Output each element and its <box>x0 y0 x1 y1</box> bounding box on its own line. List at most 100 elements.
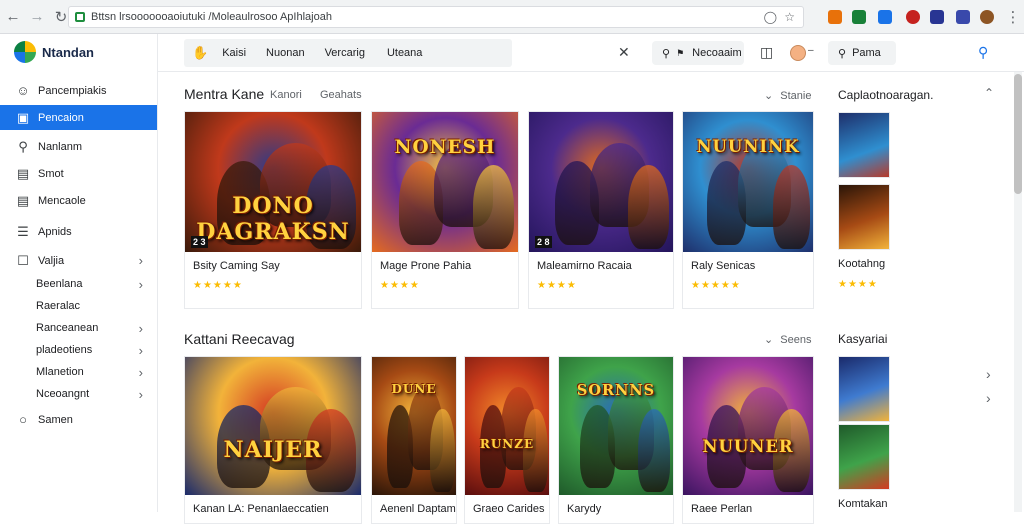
chevron-up-icon[interactable]: ⌃ <box>984 86 994 100</box>
sidebar-item-label: Pencaion <box>38 111 84 124</box>
sidebar-subitem-3[interactable]: pladeotiens › <box>0 339 157 361</box>
thumbnail-name: Kootahng <box>838 258 886 270</box>
game-card[interactable]: RUNZE Graeo Carides <box>464 356 550 524</box>
sidebar-subitem-0[interactable]: Beenlana › <box>0 273 157 295</box>
search-pill[interactable]: ⚲ Pama <box>828 41 896 65</box>
game-title[interactable]: Raly Senicas <box>691 260 755 272</box>
address-bar[interactable]: Bttsn lrsooooooaoiutuki /Moleaulrosoo Ap… <box>68 6 804 28</box>
extension-icon-red[interactable] <box>906 10 920 24</box>
sidebar-item-label: Pancempiakis <box>38 84 107 97</box>
extension-icon-blue[interactable] <box>878 10 892 24</box>
game-logo-text: NONESH <box>394 137 496 159</box>
game-logo-text: DONO DAGRAKSN <box>196 193 350 246</box>
chevron-right-icon[interactable]: › <box>986 390 991 406</box>
tab-3[interactable]: Uteana <box>387 47 422 59</box>
extension-icon-navy[interactable] <box>930 10 944 24</box>
brand[interactable]: Ntandan <box>0 34 157 70</box>
section-tab-0[interactable]: Kanori <box>270 89 302 101</box>
thumbnail[interactable] <box>838 424 890 490</box>
sidebar-subitem-label: Nceoangnt <box>36 388 90 400</box>
game-logo-text: NAIJER <box>223 437 323 464</box>
sidebar-item-0[interactable]: ☺ Pancempiakis <box>0 78 157 103</box>
menu-dots-icon[interactable]: ⋮ <box>1002 6 1024 28</box>
back-arrow-icon[interactable]: ← <box>2 6 24 28</box>
chevron-right-icon[interactable]: › <box>986 366 991 382</box>
sidebar-subitem-1[interactable]: Raeralac <box>0 295 157 317</box>
game-title[interactable]: Graeo Carides <box>473 503 545 515</box>
extension-icon-orange[interactable] <box>828 10 842 24</box>
sidebar-subitem-label: Beenlana <box>36 278 83 290</box>
game-title[interactable]: Kanan LA: Penanlaeccatien <box>193 503 329 515</box>
bookmark-star-icon[interactable]: ☆ <box>784 10 795 24</box>
game-card[interactable]: NUUNINK Raly Senicas ★★★★★ <box>682 111 814 309</box>
sidebar-item-5[interactable]: ☰ Apnids <box>0 219 157 244</box>
sidebar-item-footer[interactable]: ○ Samen <box>0 407 157 432</box>
sidebar-item-3[interactable]: ▤ Smot <box>0 161 157 186</box>
user-avatar[interactable] <box>790 45 806 61</box>
shield-icon[interactable]: ◯ <box>764 10 777 24</box>
sidebar-item-1[interactable]: ▣ Pencaion <box>0 105 157 130</box>
game-title[interactable]: Aenenl Daptam <box>380 503 456 515</box>
extension-icon-indigo[interactable] <box>956 10 970 24</box>
game-card[interactable]: DUNE Aenenl Daptam <box>371 356 457 524</box>
search-icon[interactable]: ⚲ <box>978 44 988 61</box>
brand-logo-icon <box>14 41 36 63</box>
square-icon: ☐ <box>17 252 29 268</box>
hand-icon[interactable]: ✋ <box>192 45 208 61</box>
character-figure <box>637 409 671 493</box>
game-cover-art: SORNNS <box>559 357 673 495</box>
game-cover-art: NAIJER <box>185 357 361 495</box>
chevron-right-icon: › <box>138 342 143 358</box>
thumbnail[interactable] <box>838 184 890 250</box>
chevron-right-icon: › <box>138 386 143 402</box>
tab-0[interactable]: Kaisi <box>222 47 246 59</box>
game-card[interactable]: DONO DAGRAKSN 2 3 Bsity Caming Say ★★★★★ <box>184 111 362 309</box>
forward-arrow-icon[interactable]: → <box>26 6 48 28</box>
profile-avatar[interactable] <box>980 10 994 24</box>
sidebar-subitem-4[interactable]: Mlanetion › <box>0 361 157 383</box>
sidebar-item-4[interactable]: ▤ Mencaole <box>0 188 157 213</box>
chevron-right-icon: › <box>138 320 143 336</box>
bag-icon[interactable]: ◫ <box>760 44 773 61</box>
page-scrollbar[interactable] <box>1014 72 1022 512</box>
character-figure <box>628 165 670 250</box>
thumbnail[interactable] <box>838 356 890 422</box>
notifications-pill[interactable]: ⚲ ⚑ Necoaaim <box>652 41 744 65</box>
brand-name: Ntandan <box>42 44 94 60</box>
game-card[interactable]: NAIJER Kanan LA: Penanlaeccatien <box>184 356 362 524</box>
game-card[interactable]: 2 8 Maleamirno Racaia ★★★★ <box>528 111 674 309</box>
game-card[interactable]: SORNNS Karydy <box>558 356 674 524</box>
shuffle-icon[interactable]: ✕ <box>618 44 630 61</box>
game-title[interactable]: Raee Perlan <box>691 503 752 515</box>
document-icon: ▤ <box>16 192 30 208</box>
tab-2[interactable]: Vercarig <box>325 47 365 59</box>
game-title[interactable]: Maleamirno Racaia <box>537 260 632 272</box>
game-title[interactable]: Karydy <box>567 503 601 515</box>
game-cover-art: NUUNER <box>683 357 813 495</box>
game-title[interactable]: Mage Prone Pahia <box>380 260 471 272</box>
section-tab-1[interactable]: Geahats <box>320 89 362 101</box>
scrollbar-thumb[interactable] <box>1014 74 1022 194</box>
thumbnail[interactable] <box>838 112 890 178</box>
sidebar-item-2[interactable]: ⚲ Nanlanm <box>0 134 157 159</box>
character-figure <box>430 409 455 493</box>
game-card[interactable]: NUUNER Raee Perlan <box>682 356 814 524</box>
rating-stars: ★★★★★ <box>193 280 243 291</box>
sidebar-subitem-5[interactable]: Nceoangnt › <box>0 383 157 405</box>
sidebar-subitem-2[interactable]: Ranceanean › <box>0 317 157 339</box>
game-title[interactable]: Bsity Caming Say <box>193 260 280 272</box>
tab-1[interactable]: Nuonan <box>266 47 305 59</box>
sidebar-subitem-label: pladeotiens <box>36 344 93 356</box>
section-more-link[interactable]: ⌄ Seens <box>764 333 811 346</box>
section-more-label: Seens <box>780 334 812 346</box>
character-figure <box>772 165 810 250</box>
right-panel-title: Caplaotnoaragan. <box>838 88 934 102</box>
section-more-link[interactable]: ⌄ Stanie <box>764 89 811 102</box>
game-card[interactable]: NONESH Mage Prone Pahia ★★★★ <box>371 111 519 309</box>
chevron-down-icon[interactable]: – <box>808 45 814 56</box>
extension-icon-green[interactable] <box>852 10 866 24</box>
game-logo-text: NUUNER <box>702 437 794 457</box>
sidebar-item-6[interactable]: ☐ Valjia › <box>0 248 157 273</box>
bookmark-icon: ▣ <box>16 109 30 125</box>
search-label: Pama <box>852 47 881 59</box>
